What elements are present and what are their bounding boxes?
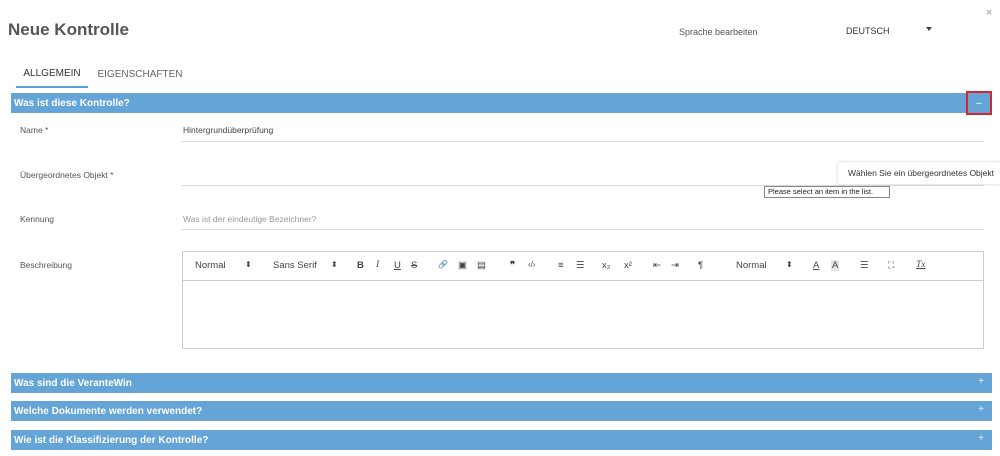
parent-object-hint: Wählen Sie ein übergeordnetes Objekt bbox=[838, 162, 1000, 184]
size-select[interactable]: Normal bbox=[736, 260, 767, 271]
format-select-caret-icon: ⬍ bbox=[245, 260, 252, 269]
section-header-what-is-control[interactable]: Was ist diese Kontrolle? bbox=[11, 93, 992, 113]
plus-icon[interactable]: + bbox=[978, 433, 984, 444]
text-color-icon[interactable]: A bbox=[813, 260, 819, 271]
plus-icon[interactable]: + bbox=[978, 376, 984, 387]
section-header-responsibles[interactable]: Was sind die VeranteWin + bbox=[11, 373, 992, 393]
plus-icon[interactable]: + bbox=[978, 404, 984, 415]
close-icon[interactable]: × bbox=[986, 7, 992, 19]
background-color-icon[interactable]: A bbox=[831, 260, 840, 271]
clear-format-icon[interactable]: Tx bbox=[916, 260, 926, 270]
collapse-section-button[interactable]: – bbox=[966, 91, 992, 115]
link-icon[interactable]: 🔗 bbox=[438, 260, 448, 269]
outdent-icon[interactable]: ⇤ bbox=[653, 260, 661, 271]
language-select[interactable]: DEUTSCH bbox=[846, 22, 946, 40]
identifier-input-underline bbox=[182, 229, 984, 230]
identifier-input[interactable]: Was ist der eindeutige Bezeichner? bbox=[183, 214, 316, 224]
language-value: DEUTSCH bbox=[846, 26, 890, 36]
editor-content-area[interactable] bbox=[183, 282, 983, 348]
name-input-underline bbox=[182, 141, 984, 142]
bold-icon[interactable]: B bbox=[357, 260, 364, 271]
rich-text-editor: Normal ⬍ Sans Serif ⬍ B I U S 🔗 ▣ ▤ ❞ ‹/… bbox=[182, 251, 984, 349]
name-input[interactable]: Hintergrundüberprüfung bbox=[183, 125, 273, 135]
chevron-down-icon bbox=[926, 27, 932, 31]
section-title: Wie ist die Klassifizierung der Kontroll… bbox=[14, 434, 209, 446]
underline-icon[interactable]: U bbox=[394, 260, 401, 271]
editor-toolbar: Normal ⬍ Sans Serif ⬍ B I U S 🔗 ▣ ▤ ❞ ‹/… bbox=[183, 252, 983, 281]
text-direction-icon[interactable]: ¶ bbox=[698, 260, 703, 271]
subscript-icon[interactable]: x₂ bbox=[602, 260, 610, 271]
font-select[interactable]: Sans Serif bbox=[273, 260, 317, 271]
font-select-caret-icon: ⬍ bbox=[331, 260, 338, 269]
section-header-documents[interactable]: Welche Dokumente werden verwendet? + bbox=[11, 401, 992, 421]
minus-icon: – bbox=[976, 97, 982, 109]
section-title: Was sind die VeranteWin bbox=[14, 377, 132, 389]
language-label: Sprache bearbeiten bbox=[679, 27, 758, 37]
page-title: Neue Kontrolle bbox=[8, 20, 129, 39]
italic-icon[interactable]: I bbox=[376, 260, 379, 270]
tab-allgemein[interactable]: ALLGEMEIN bbox=[16, 60, 88, 88]
fullscreen-icon[interactable]: ⛶ bbox=[888, 260, 894, 271]
bullet-list-icon[interactable]: ☰ bbox=[576, 260, 585, 271]
image-icon[interactable]: ▣ bbox=[458, 260, 467, 271]
blockquote-icon[interactable]: ❞ bbox=[510, 260, 515, 271]
size-select-caret-icon: ⬍ bbox=[786, 260, 793, 269]
video-icon[interactable]: ▤ bbox=[477, 260, 486, 271]
identifier-label: Kennung bbox=[20, 214, 55, 224]
name-label: Name * bbox=[20, 125, 49, 135]
code-block-icon[interactable]: ‹/› bbox=[528, 260, 536, 269]
validation-tooltip: Please select an item in the list. bbox=[764, 186, 890, 198]
ordered-list-icon[interactable]: ≡ bbox=[558, 260, 564, 271]
description-label: Beschreibung bbox=[20, 260, 72, 270]
section-title: Welche Dokumente werden verwendet? bbox=[14, 405, 203, 417]
strikethrough-icon[interactable]: S bbox=[411, 260, 417, 271]
align-icon[interactable]: ☰ bbox=[860, 260, 869, 271]
section-title: Was ist diese Kontrolle? bbox=[14, 97, 130, 109]
parent-object-label: Übergeordnetes Objekt * bbox=[20, 170, 114, 180]
section-header-classification[interactable]: Wie ist die Klassifizierung der Kontroll… bbox=[11, 430, 992, 450]
indent-icon[interactable]: ⇥ bbox=[671, 260, 679, 271]
tab-eigenschaften[interactable]: EIGENSCHAFTEN bbox=[94, 60, 186, 88]
format-select[interactable]: Normal bbox=[195, 260, 226, 271]
superscript-icon[interactable]: x² bbox=[624, 260, 632, 271]
